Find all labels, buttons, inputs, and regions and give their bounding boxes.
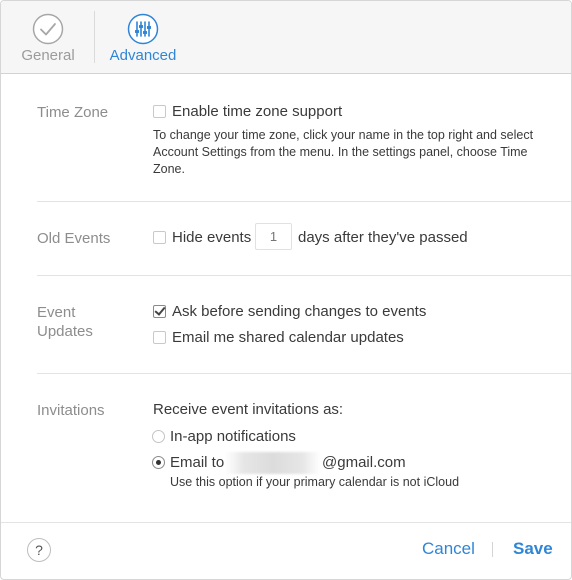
section-divider — [37, 373, 571, 374]
time-zone-description: To change your time zone, click your nam… — [153, 128, 534, 176]
email-shared-updates-label[interactable]: Email me shared calendar updates — [172, 329, 404, 346]
redacted-email — [225, 452, 321, 474]
in-app-notifications-radio[interactable] — [152, 430, 165, 443]
preferences-dialog: General Advanced Time Zone Enable time z… — [0, 0, 572, 580]
in-app-notifications-label[interactable]: In-app notifications — [170, 428, 296, 445]
event-updates-label-line2: Updates — [37, 323, 93, 340]
old-events-label: Old Events — [37, 230, 111, 247]
section-divider — [37, 201, 571, 202]
email-to-label[interactable]: Email to — [170, 454, 224, 471]
footer-divider — [1, 522, 571, 523]
tab-general[interactable]: General — [17, 11, 79, 71]
ask-before-sending-label[interactable]: Ask before sending changes to events — [172, 303, 426, 320]
email-to-radio[interactable] — [152, 456, 165, 469]
save-button[interactable]: Save — [513, 539, 553, 559]
days-input[interactable] — [255, 223, 292, 250]
hide-events-label[interactable]: Hide events — [172, 229, 251, 246]
help-button[interactable]: ? — [27, 538, 51, 562]
tab-advanced[interactable]: Advanced — [105, 11, 181, 71]
invitations-label: Invitations — [37, 402, 105, 419]
tab-general-label: General — [21, 47, 75, 64]
button-divider — [492, 542, 493, 557]
email-domain-label[interactable]: @gmail.com — [322, 454, 406, 471]
time-zone-label: Time Zone — [37, 104, 109, 121]
sliders-icon — [127, 13, 159, 45]
time-zone-checkbox-label[interactable]: Enable time zone support — [172, 103, 342, 120]
email-shared-updates-checkbox[interactable] — [153, 331, 166, 344]
tab-advanced-label: Advanced — [109, 47, 177, 64]
preferences-toolbar: General Advanced — [1, 1, 571, 74]
section-divider — [37, 275, 571, 276]
event-updates-label-line1: Event — [37, 304, 76, 321]
checkmark-circle-icon — [32, 13, 64, 45]
invitations-prompt: Receive event invitations as: — [153, 401, 344, 418]
hide-events-checkbox[interactable] — [153, 231, 166, 244]
ask-before-sending-checkbox[interactable] — [153, 305, 166, 318]
days-suffix-label: days after they've passed — [298, 229, 468, 246]
tab-divider — [94, 11, 95, 63]
time-zone-checkbox[interactable] — [153, 105, 166, 118]
cancel-button[interactable]: Cancel — [422, 539, 475, 559]
invitations-note: Use this option if your primary calendar… — [170, 475, 460, 489]
